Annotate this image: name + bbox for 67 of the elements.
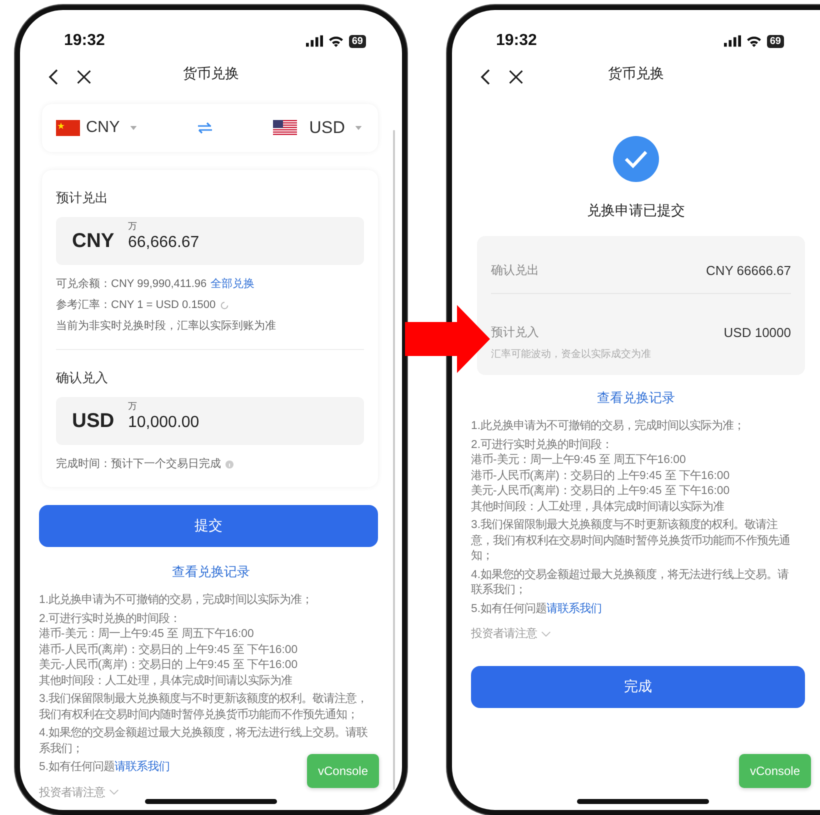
note-text: 港币-人民币(离岸)：交易日的 上午9:45 至 下午16:00 bbox=[39, 642, 299, 658]
note-text: 5.如有任何问题 bbox=[39, 761, 114, 773]
caret-icon bbox=[130, 126, 137, 130]
currency-selector[interactable]: CNY bbox=[56, 119, 137, 137]
hint-text: 汇率可能波动，资金以实际成交为准 bbox=[491, 348, 652, 361]
battery-level: 69 bbox=[766, 34, 784, 48]
summary-label: 预计兑入 bbox=[491, 324, 539, 341]
note-text: 港币-美元：周一上午9:45 至 周五下午16:00 bbox=[471, 453, 687, 468]
china-flag-icon bbox=[56, 120, 80, 136]
clock-time: 19:32 bbox=[64, 32, 105, 50]
section-label: 预计兑出 bbox=[56, 189, 109, 207]
balance-text: 可兑余额：CNY 99,990,411.96 bbox=[56, 277, 207, 291]
chevron-icon bbox=[541, 630, 551, 636]
wifi-icon bbox=[328, 35, 344, 47]
currency-selector[interactable]: USD bbox=[273, 118, 362, 138]
arrow-icon bbox=[405, 305, 490, 373]
contact-link[interactable]: 请联系我们 bbox=[114, 761, 170, 773]
note-text: 港币-美元：周一上午9:45 至 周五下午16:00 bbox=[39, 627, 255, 642]
note-text: 2.可进行实时兑换的时间段： bbox=[471, 438, 614, 452]
note-text: 4.如果您的交易金额超过最大兑换额度，将无法进行线上交易。请联系我们； bbox=[471, 568, 790, 598]
submit-button[interactable]: 提交 bbox=[39, 505, 378, 547]
note-text: 3.我们保留限制最大兑换额度与不时更新该额度的权利。敬请注意，我们有权利在交易时间内随时暂停兑换货币功能而不作预先通知； bbox=[471, 518, 791, 564]
close-icon[interactable] bbox=[508, 68, 524, 86]
note-text: 3.我们保留限制最大兑换额度与不时更新该额度的权利。敬请注意，我们有权利在交易时间内随时暂停兑换货币功能而不作预先通知； bbox=[39, 692, 368, 722]
done-button[interactable]: 完成 bbox=[471, 666, 805, 708]
wifi-icon bbox=[746, 35, 762, 47]
us-flag-icon bbox=[273, 120, 298, 136]
note-text: 4.如果您的交易金额超过最大兑换额度，将无法进行线上交易。请联系我们； bbox=[39, 726, 368, 756]
disclosure-toggle[interactable]: 投资者请注意 bbox=[471, 626, 551, 641]
rate-text: 参考汇率：CNY 1 = USD 0.1500 bbox=[56, 298, 216, 312]
notice-text: 当前为非实时兑换时段，汇率以实际到账为准 bbox=[56, 319, 277, 333]
records-link[interactable]: 查看兑换记录 bbox=[172, 564, 250, 579]
disclosure-toggle[interactable]: 投资者请注意 bbox=[39, 784, 119, 800]
signal-icon bbox=[724, 35, 741, 47]
section-label: 确认兑入 bbox=[56, 369, 109, 387]
note-text: 1.此兑换申请为不可撤销的交易，完成时间以实际为准； bbox=[471, 419, 746, 434]
close-icon[interactable] bbox=[76, 68, 92, 86]
check-circle-icon bbox=[613, 136, 659, 182]
swap-icon[interactable] bbox=[196, 122, 213, 134]
contact-link[interactable]: 请联系我们 bbox=[546, 602, 602, 614]
completion-text: 完成时间：预计下一个交易日完成 bbox=[56, 457, 221, 471]
chevron-icon bbox=[109, 789, 119, 795]
summary-label: 确认兑出 bbox=[491, 262, 539, 279]
page-title: 货币兑换 bbox=[608, 65, 664, 83]
note-text: 其他时间段：人工处理，具体完成时间请以实际为准 bbox=[39, 674, 293, 688]
signal-icon bbox=[306, 35, 323, 47]
summary-value: USD 10000 bbox=[724, 325, 791, 340]
clock-time: 19:32 bbox=[496, 32, 537, 50]
amount-field[interactable]: USD 万 10,000.00 bbox=[56, 397, 364, 445]
caret-icon bbox=[355, 126, 362, 130]
note-text: 5.如有任何问题 bbox=[471, 602, 546, 614]
note-text: 1.此兑换申请为不可撤销的交易，完成时间以实际为准； bbox=[39, 593, 314, 608]
vconsole-button[interactable]: vConsole bbox=[739, 754, 811, 788]
note-text: 美元-人民币(离岸)：交易日的 上午9:45 至 下午16:00 bbox=[471, 484, 731, 499]
battery-level: 69 bbox=[348, 34, 366, 48]
exchange-all-link[interactable]: 全部兑换 bbox=[210, 277, 255, 291]
page-title: 货币兑换 bbox=[183, 65, 239, 83]
scrollbar[interactable] bbox=[393, 130, 395, 790]
result-heading: 兑换申请已提交 bbox=[586, 202, 686, 220]
note-text: 其他时间段：人工处理，具体完成时间请以实际为准 bbox=[471, 500, 725, 514]
vconsole-button[interactable]: vConsole bbox=[307, 754, 379, 788]
amount-field[interactable]: CNY 万 66,666.67 bbox=[56, 217, 364, 265]
note-text: 美元-人民币(离岸)：交易日的 上午9:45 至 下午16:00 bbox=[39, 658, 299, 673]
note-text: 2.可进行实时兑换的时间段： bbox=[39, 612, 182, 626]
records-link[interactable]: 查看兑换记录 bbox=[597, 390, 675, 405]
note-text: 港币-人民币(离岸)：交易日的 上午9:45 至 下午16:00 bbox=[471, 468, 731, 484]
summary-value: CNY 66666.67 bbox=[706, 263, 791, 278]
